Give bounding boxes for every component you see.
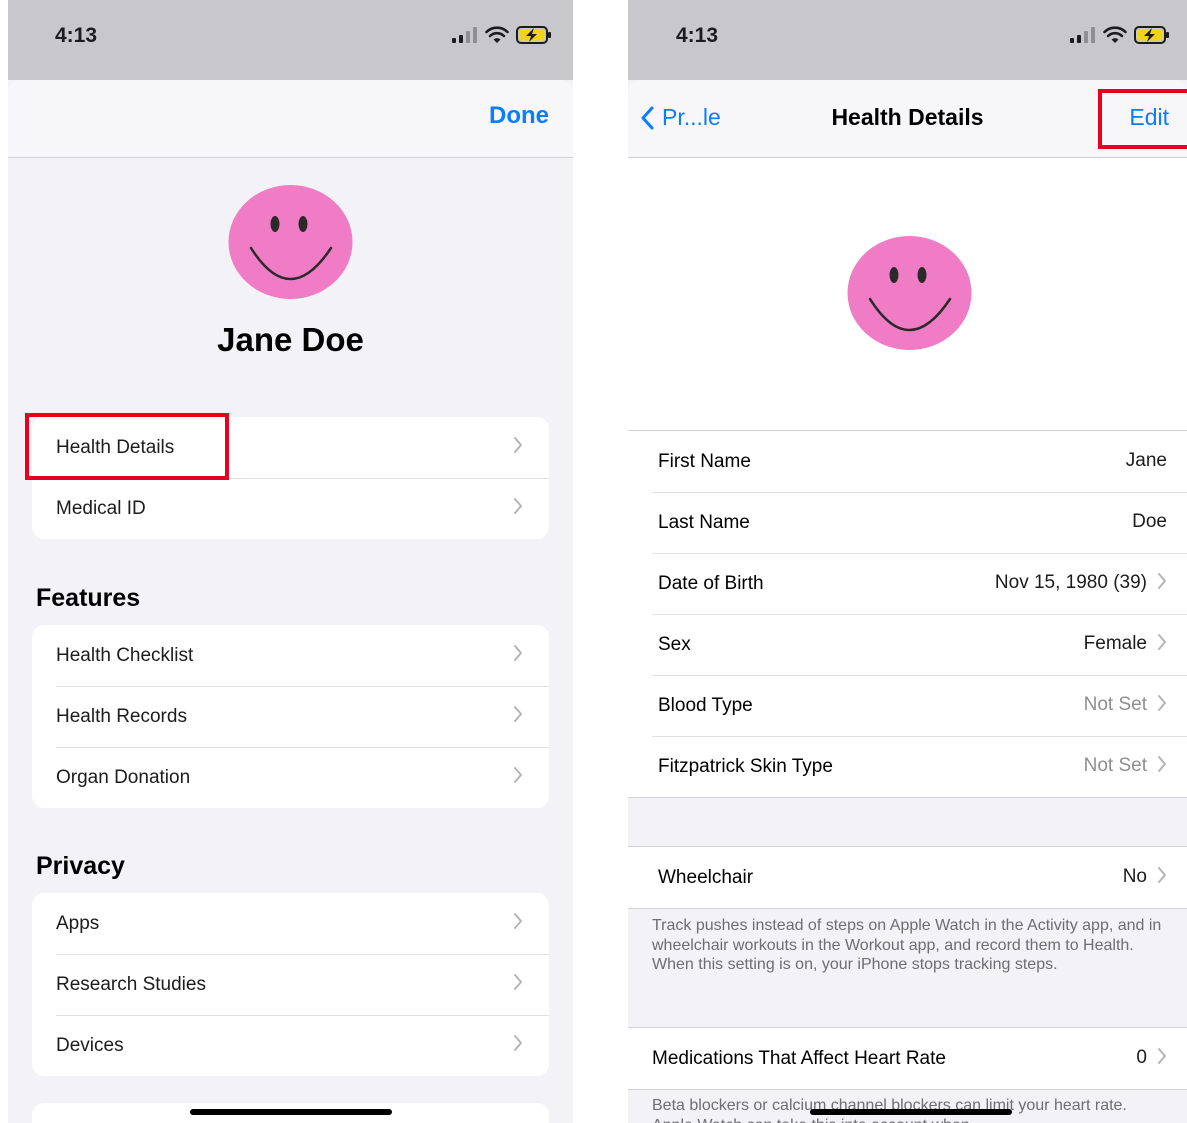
done-button[interactable]: Done xyxy=(489,102,549,130)
health-profile-screen: 4:13 Done Jane Doe Health Details Medica… xyxy=(8,0,573,1123)
wheelchair-row[interactable]: Wheelchair No xyxy=(628,847,1187,908)
details-list: First Name Jane Last Name Doe Date of Bi… xyxy=(628,431,1187,798)
status-bar: 4:13 xyxy=(628,0,1187,80)
first-name-row[interactable]: First Name Jane xyxy=(628,431,1187,492)
sheet-header: Done xyxy=(8,80,573,158)
row-value: Not Set xyxy=(1083,755,1147,776)
row-label: Health Details xyxy=(56,436,175,458)
row-label: Last Name xyxy=(658,511,750,533)
profile-name: Jane Doe xyxy=(217,321,364,358)
wifi-icon xyxy=(485,26,509,43)
battery-charging-icon xyxy=(1134,26,1169,44)
health-details-screen: 4:13 Pr...le Health Details Edit First N… xyxy=(628,0,1187,1123)
skin-type-row[interactable]: Fitzpatrick Skin Type Not Set xyxy=(628,736,1187,797)
row-label: Research Studies xyxy=(56,973,206,995)
status-time: 4:13 xyxy=(55,24,98,47)
cellular-signal-icon xyxy=(1070,27,1095,43)
row-value: Nov 15, 1980 (39) xyxy=(994,572,1147,593)
medical-id-row[interactable]: Medical ID xyxy=(32,478,549,539)
sex-row[interactable]: Sex Female xyxy=(628,614,1187,675)
chevron-right-icon xyxy=(1158,867,1166,883)
date-of-birth-row[interactable]: Date of Birth Nov 15, 1980 (39) xyxy=(628,553,1187,614)
row-label: Date of Birth xyxy=(658,572,764,594)
row-label: Health Checklist xyxy=(56,644,194,666)
row-label: Sex xyxy=(658,633,691,655)
home-indicator[interactable] xyxy=(810,1109,1012,1115)
medications-row[interactable]: Medications That Affect Heart Rate 0 xyxy=(628,1028,1187,1089)
row-value: Doe xyxy=(1132,511,1167,532)
status-bar: 4:13 xyxy=(8,0,573,80)
row-value: Jane xyxy=(1125,450,1167,471)
row-label: Organ Donation xyxy=(56,766,191,788)
chevron-right-icon xyxy=(514,767,522,783)
row-label: Wheelchair xyxy=(658,866,754,888)
chevron-right-icon xyxy=(1158,695,1166,711)
wheelchair-section: Wheelchair No xyxy=(628,846,1187,909)
row-value: Not Set xyxy=(1083,694,1147,715)
chevron-right-icon xyxy=(1158,634,1166,650)
row-value: 0 xyxy=(1136,1047,1147,1068)
chevron-right-icon xyxy=(1158,1048,1166,1064)
home-indicator[interactable] xyxy=(190,1109,392,1115)
cellular-signal-icon xyxy=(452,27,477,43)
chevron-right-icon xyxy=(1158,756,1166,772)
chevron-right-icon xyxy=(514,645,522,661)
chevron-right-icon xyxy=(514,974,522,990)
row-label: Health Records xyxy=(56,705,187,727)
privacy-group: Apps Research Studies Devices xyxy=(32,893,549,1076)
chevron-right-icon xyxy=(514,498,522,514)
row-label: Medications That Affect Heart Rate xyxy=(652,1047,946,1069)
chevron-right-icon xyxy=(514,437,522,453)
apps-row[interactable]: Apps xyxy=(32,893,549,954)
navigation-bar: Pr...le Health Details Edit xyxy=(628,80,1187,158)
wifi-icon xyxy=(1103,26,1127,43)
research-studies-row[interactable]: Research Studies xyxy=(32,954,549,1015)
wheelchair-footnote: Track pushes instead of steps on Apple W… xyxy=(652,917,1162,973)
avatar[interactable] xyxy=(227,184,354,300)
row-label: First Name xyxy=(658,450,751,472)
health-details-row[interactable]: Health Details xyxy=(32,417,549,478)
features-section-title: Features xyxy=(36,584,141,612)
last-name-row[interactable]: Last Name Doe xyxy=(628,492,1187,553)
chevron-right-icon xyxy=(514,1035,522,1051)
battery-charging-icon xyxy=(516,26,551,44)
row-label: Apps xyxy=(56,912,100,934)
health-checklist-row[interactable]: Health Checklist xyxy=(32,625,549,686)
medications-section: Medications That Affect Heart Rate 0 xyxy=(628,1027,1187,1090)
health-records-row[interactable]: Health Records xyxy=(32,686,549,747)
row-label: Fitzpatrick Skin Type xyxy=(658,755,833,777)
page-title: Health Details xyxy=(831,104,984,130)
row-value: Female xyxy=(1083,633,1147,654)
status-icons xyxy=(1070,26,1170,44)
row-label: Blood Type xyxy=(658,694,753,716)
organ-donation-row[interactable]: Organ Donation xyxy=(32,747,549,808)
row-value: No xyxy=(1122,866,1147,887)
edit-button[interactable]: Edit xyxy=(1129,104,1169,131)
status-icons xyxy=(452,26,552,44)
privacy-section-title: Privacy xyxy=(36,852,125,880)
chevron-right-icon xyxy=(514,706,522,722)
avatar-section xyxy=(628,158,1187,431)
devices-row[interactable]: Devices xyxy=(32,1015,549,1076)
chevron-right-icon xyxy=(1158,573,1166,589)
status-time: 4:13 xyxy=(676,24,719,47)
chevron-right-icon xyxy=(514,913,522,929)
row-label: Medical ID xyxy=(56,497,146,519)
avatar xyxy=(847,236,972,350)
features-group: Health Checklist Health Records Organ Do… xyxy=(32,625,549,808)
row-label: Devices xyxy=(56,1034,124,1056)
blood-type-row[interactable]: Blood Type Not Set xyxy=(628,675,1187,736)
account-group: Health Details Medical ID xyxy=(32,417,549,539)
